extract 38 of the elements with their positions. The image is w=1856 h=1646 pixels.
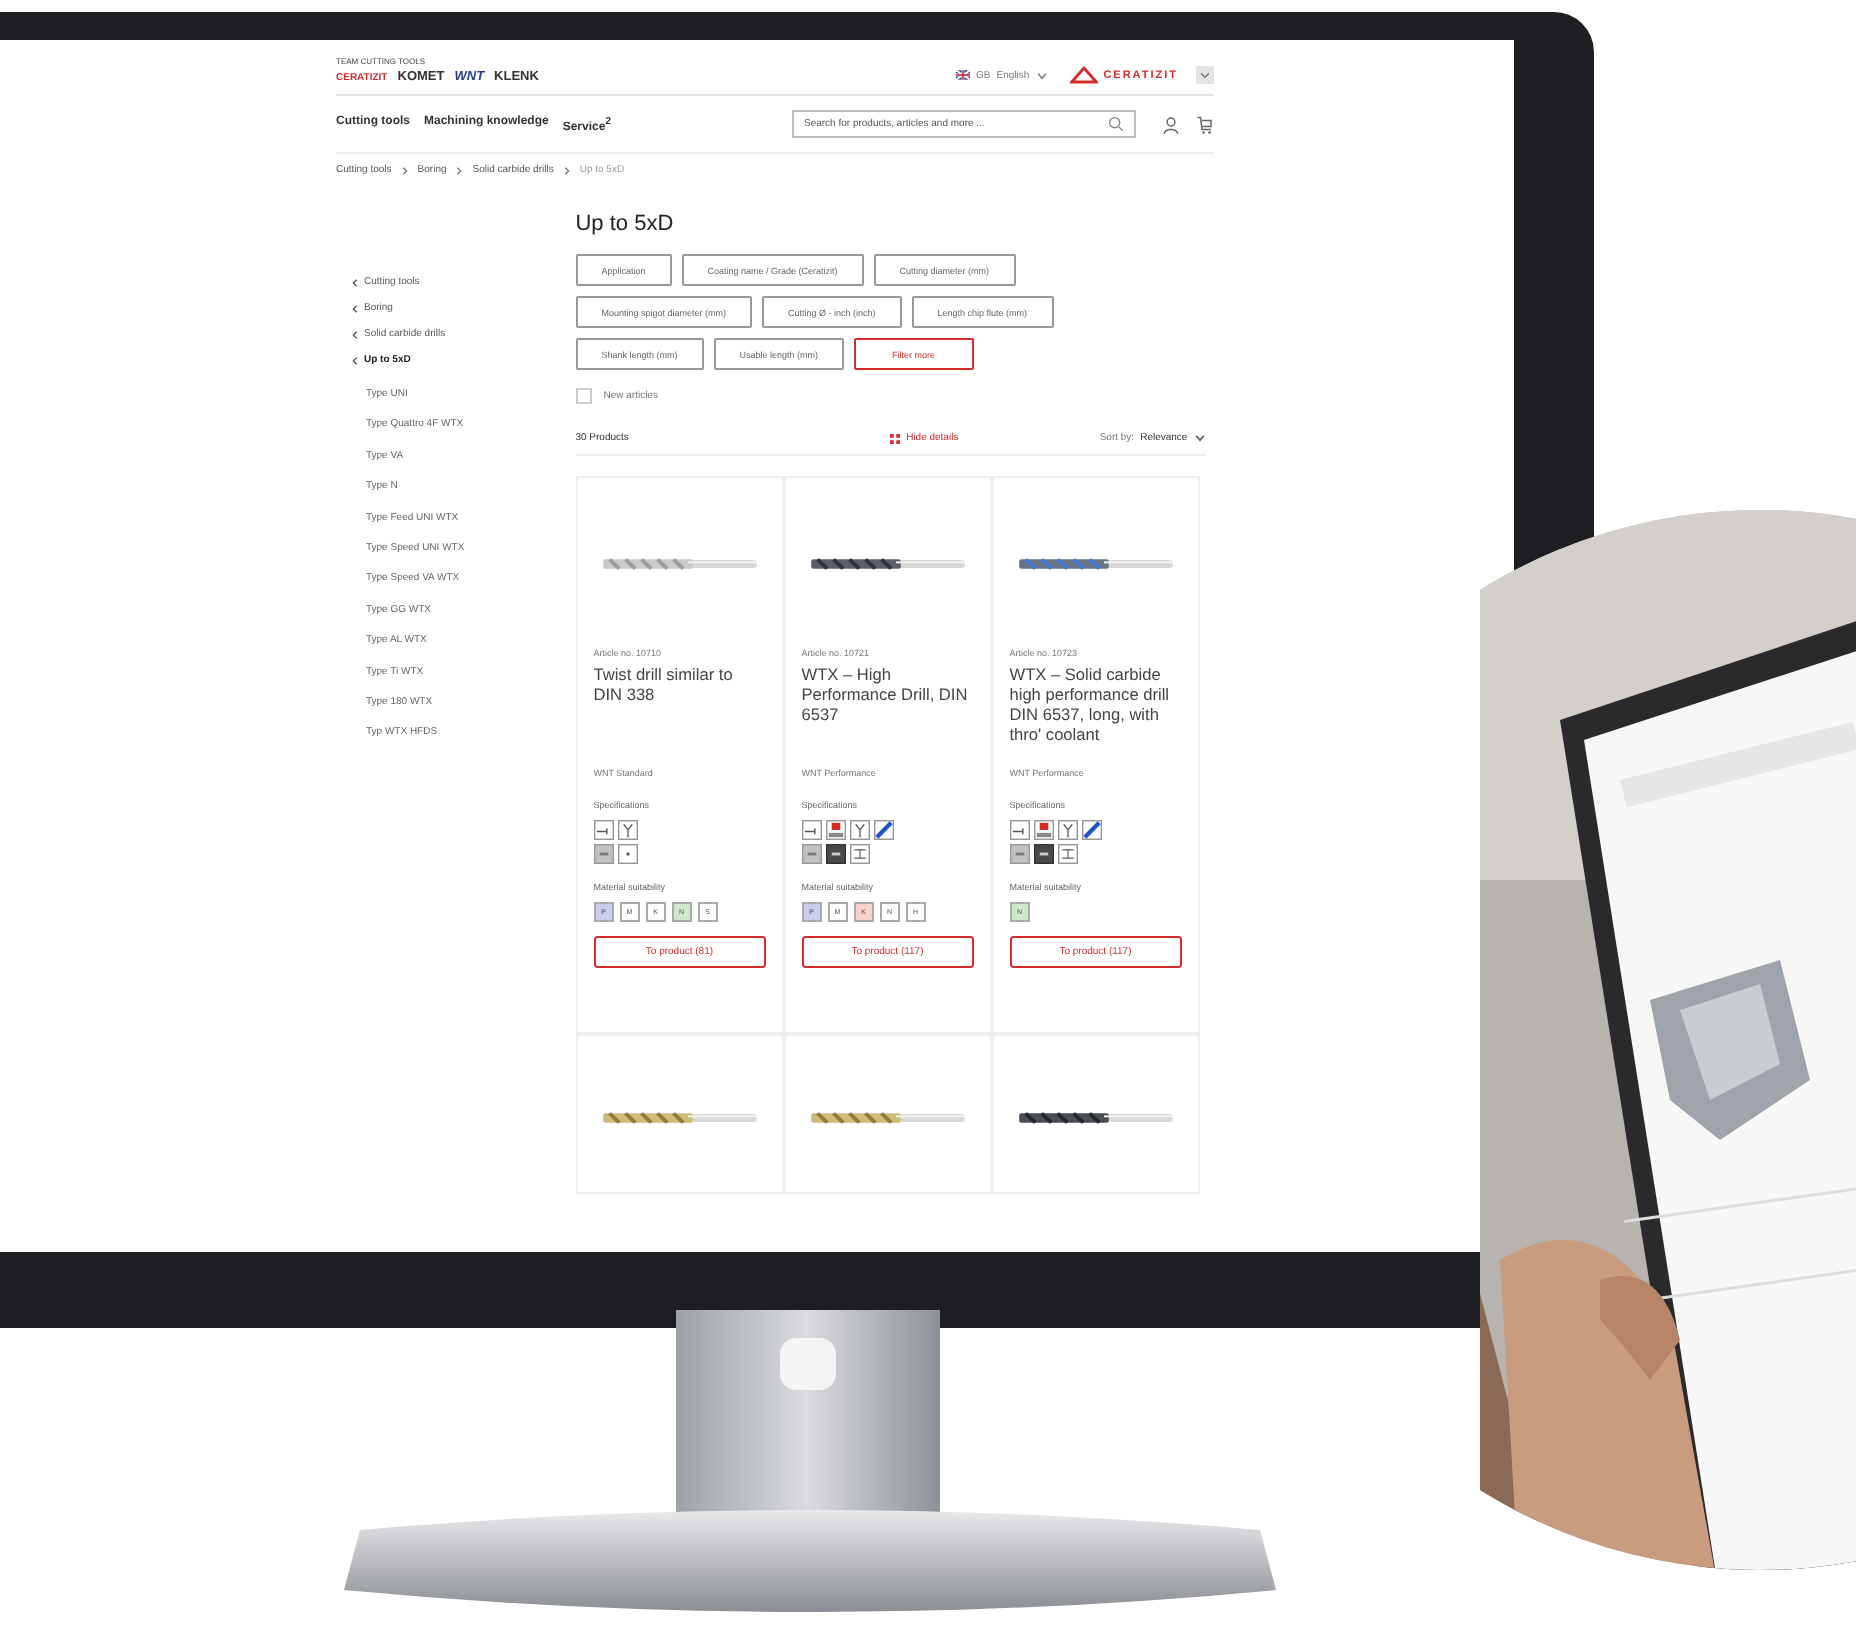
product-name[interactable]: WTX – Solid carbide high performance drill DIN 6537, long, with thro' coolant	[1009, 664, 1182, 768]
drill-point-icon	[849, 820, 870, 840]
user-icon[interactable]	[1162, 115, 1180, 133]
page-title: Up to 5xD	[575, 212, 676, 236]
chevron-down-icon[interactable]	[1035, 69, 1048, 81]
grade-icon	[801, 844, 822, 864]
drill-point-icon	[617, 820, 638, 840]
cart-icon[interactable]	[1196, 115, 1214, 133]
tolerance-icon	[617, 844, 638, 864]
triangle-logo-icon	[1069, 66, 1098, 84]
grade-icon	[1009, 844, 1030, 864]
coated-drill-icon	[873, 820, 894, 840]
grade-icon	[1033, 844, 1054, 864]
coolant-icon	[1033, 820, 1054, 840]
chevron-left-icon	[350, 278, 360, 288]
chevron-down-icon[interactable]	[1193, 432, 1206, 444]
product-name[interactable]: WTX – High Performance Drill, DIN 6537	[801, 664, 974, 768]
coated-drill-icon	[1081, 820, 1102, 840]
grade-icon	[593, 844, 614, 864]
drill-point-icon	[1057, 820, 1078, 840]
depth-icon	[801, 820, 822, 840]
depth-icon	[1009, 820, 1030, 840]
tolerance-icon	[849, 844, 870, 864]
coolant-icon	[825, 820, 846, 840]
chevron-right-icon	[454, 165, 465, 175]
chevron-left-icon	[350, 330, 360, 340]
chevron-right-icon	[399, 165, 410, 175]
grid-icon[interactable]	[890, 433, 901, 443]
chevron-right-icon	[561, 165, 572, 175]
depth-icon	[593, 820, 614, 840]
product-name[interactable]: Twist drill similar to DIN 338	[593, 664, 766, 768]
checkbox[interactable]	[575, 388, 592, 404]
flag-icon	[956, 70, 971, 80]
chevron-left-icon	[350, 356, 360, 366]
grade-icon	[825, 844, 846, 864]
search-icon[interactable]	[1108, 116, 1124, 132]
chevron-left-icon	[350, 304, 360, 314]
tolerance-icon	[1057, 844, 1078, 864]
